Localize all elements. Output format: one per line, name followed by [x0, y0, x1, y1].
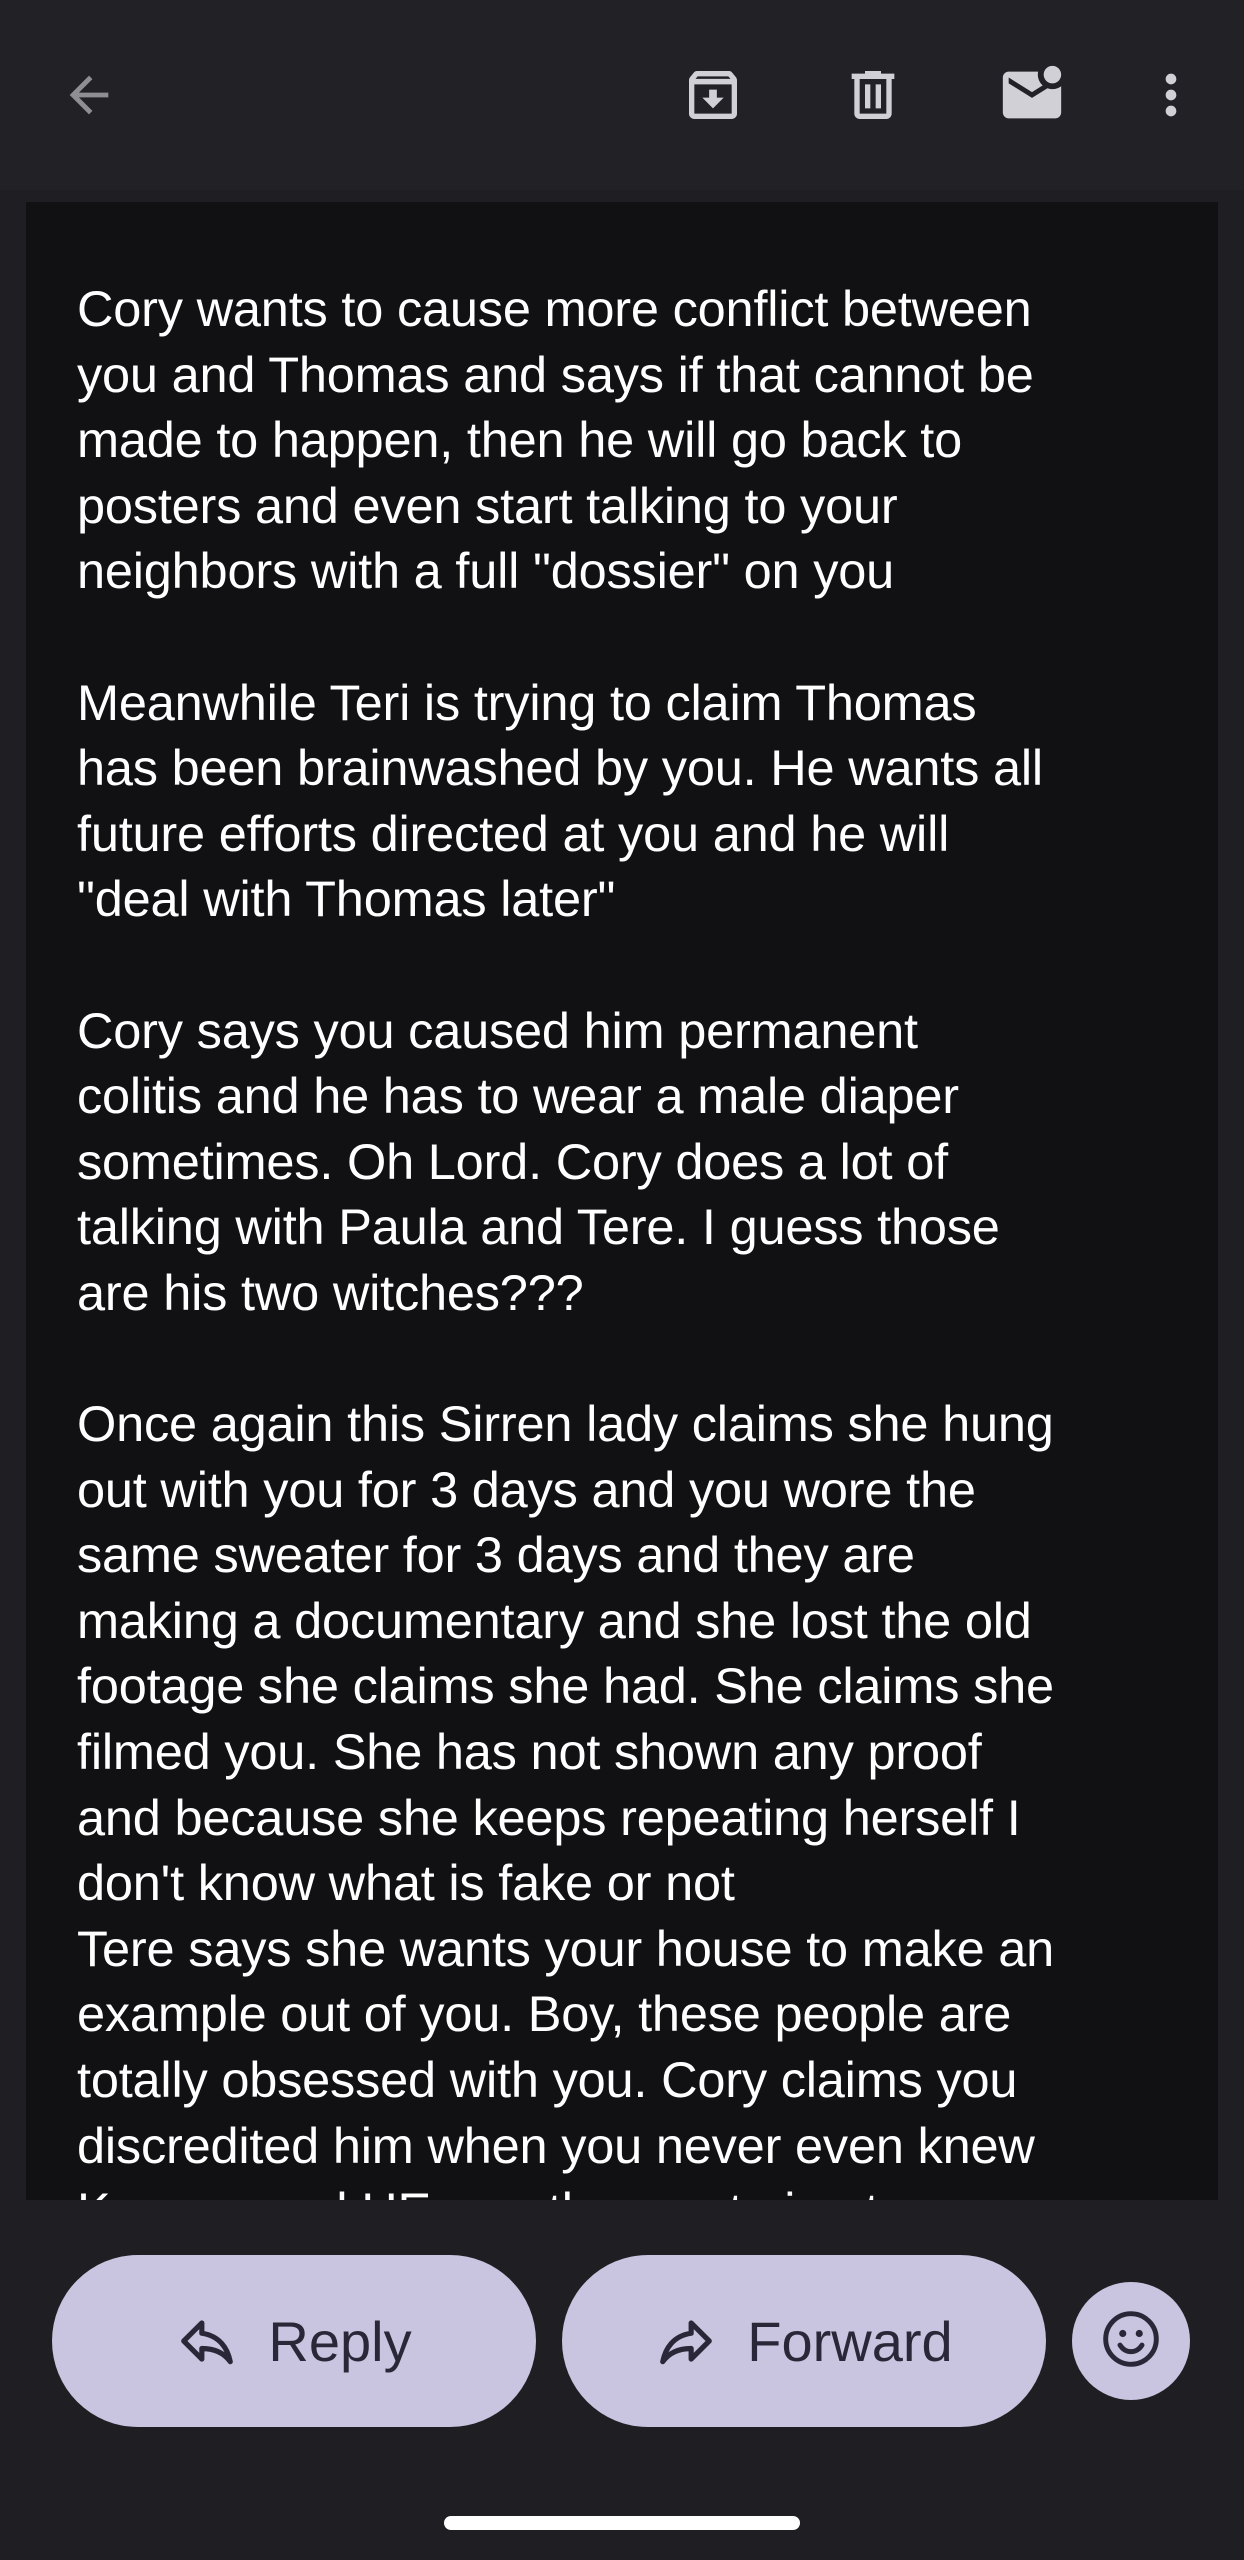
delete-button[interactable]	[818, 40, 928, 150]
email-body: Cory wants to cause more conflict betwee…	[26, 202, 1218, 2200]
more-options-button[interactable]	[1116, 40, 1226, 150]
email-body-text: Cory wants to cause more conflict betwee…	[77, 276, 1197, 2200]
emoji-reaction-button[interactable]	[1072, 2282, 1190, 2400]
top-app-bar	[0, 0, 1244, 190]
reply-label: Reply	[268, 2309, 412, 2373]
forward-button[interactable]: Forward	[562, 2255, 1046, 2427]
forward-label: Forward	[747, 2309, 953, 2373]
email-paragraph: Cory wants to cause more conflict betwee…	[77, 280, 1034, 600]
back-button[interactable]	[34, 40, 144, 150]
more-vert-icon	[1139, 63, 1203, 127]
mark-unread-icon	[997, 60, 1067, 130]
mark-unread-button[interactable]	[977, 40, 1087, 150]
arrow-back-icon	[60, 66, 118, 124]
smiley-icon	[1098, 2306, 1164, 2377]
archive-button[interactable]	[658, 40, 768, 150]
gesture-nav-handle[interactable]	[444, 2516, 800, 2530]
email-view: Cory wants to cause more conflict betwee…	[0, 0, 1244, 2560]
reply-button[interactable]: Reply	[52, 2255, 536, 2427]
email-paragraph: Cory says you caused him permanent colit…	[77, 1001, 1000, 1321]
forward-icon	[655, 2310, 717, 2372]
trash-icon	[841, 63, 905, 127]
archive-icon	[681, 63, 745, 127]
reply-icon	[176, 2310, 238, 2372]
email-paragraph: Meanwhile Teri is trying to claim Thomas…	[77, 673, 1043, 928]
email-paragraph: Once again this Sirren lady claims she h…	[77, 1395, 1055, 2200]
